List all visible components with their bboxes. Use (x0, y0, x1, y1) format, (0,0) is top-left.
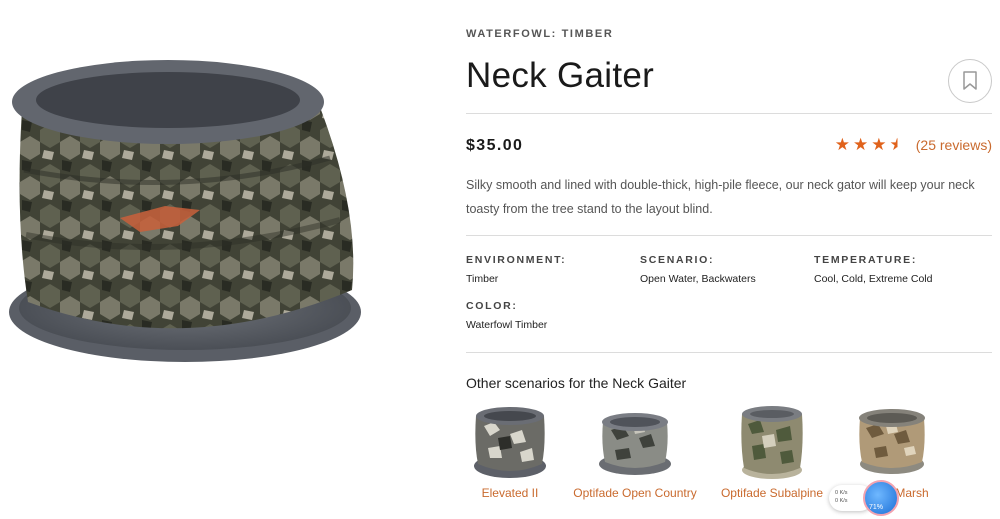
divider (466, 235, 992, 236)
spec-scenario: SCENARIO: Open Water, Backwaters (640, 254, 756, 285)
widget-percent: 71% (869, 504, 884, 511)
scenario-thumbnail (741, 406, 803, 479)
neck-gaiter-image (9, 60, 361, 362)
divider (466, 113, 992, 114)
scenario-card-elevated-ii[interactable]: Elevated II (466, 404, 554, 500)
scenario-card-optifade-subalpine[interactable]: Optifade Subalpine (716, 404, 828, 500)
spec-value: Timber (466, 273, 499, 285)
spec-label: COLOR: (466, 300, 518, 312)
scenario-label: Optifade Subalpine (720, 486, 824, 500)
product-hero-image (0, 40, 380, 380)
spec-label: TEMPERATURE: (814, 254, 918, 266)
half-star-icon: ★ (889, 135, 905, 154)
spec-temperature: TEMPERATURE: Cool, Cold, Extreme Cold (814, 254, 932, 285)
spec-value: Open Water, Backwaters (640, 273, 756, 285)
spec-label: SCENARIO: (640, 254, 715, 266)
product-title: Neck Gaiter (466, 56, 655, 95)
scenario-label: Elevated II (481, 486, 539, 500)
scenario-card-optifade-open-country[interactable]: Optifade Open Country (568, 404, 702, 500)
star-icon: ★ (871, 135, 887, 154)
product-category: WATERFOWL: TIMBER (466, 28, 614, 40)
spec-value: Cool, Cold, Extreme Cold (814, 273, 933, 285)
product-price: $35.00 (466, 137, 524, 154)
star-icon: ★ (834, 135, 850, 154)
scenario-thumbnail (474, 407, 546, 478)
other-scenarios-title: Other scenarios for the Neck Gaiter (466, 375, 687, 391)
scenario-thumbnail (599, 413, 671, 475)
star-icon: ★ (853, 135, 869, 154)
scenario-thumbnail (859, 409, 925, 474)
spec-environment: ENVIRONMENT: Timber (466, 254, 566, 285)
spec-value: Waterfowl Timber (466, 319, 548, 331)
product-rating: ★ ★ ★ ★ (25 reviews) (835, 136, 992, 154)
reviews-link[interactable]: (25 reviews) (916, 137, 992, 153)
product-description: Silky smooth and lined with double-thick… (466, 178, 975, 216)
divider (466, 352, 992, 353)
bookmark-button[interactable] (948, 59, 992, 103)
spec-color: COLOR: Waterfowl Timber (466, 300, 547, 331)
network-speed-widget[interactable]: 0 K/s 0 K/s 71% (829, 480, 903, 516)
bookmark-icon (963, 71, 977, 90)
scenario-label: Optifade Open Country (573, 486, 697, 500)
spec-label: ENVIRONMENT: (466, 254, 567, 266)
